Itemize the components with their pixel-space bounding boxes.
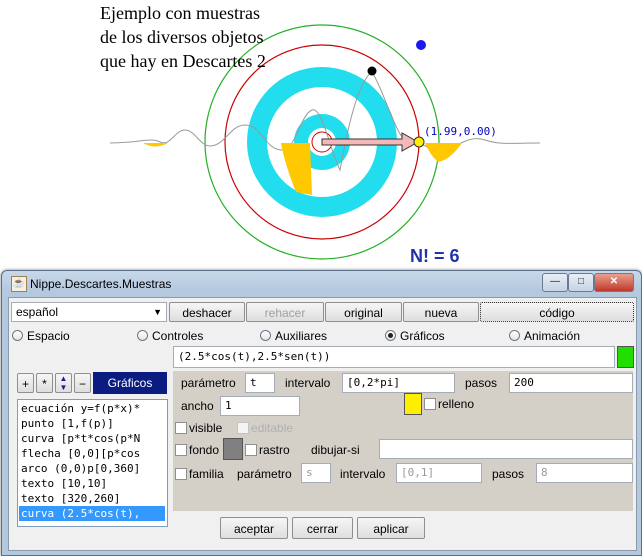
familia-checkbox[interactable]	[175, 468, 187, 480]
list-item[interactable]: ecuación y=f(p*x)*	[19, 401, 165, 416]
fill-color-swatch[interactable]	[404, 393, 422, 415]
remove-item-button[interactable]: −	[74, 373, 91, 393]
tab-animacion-label: Animación	[524, 329, 581, 343]
chevron-down-icon: ▼	[153, 307, 162, 317]
title-bar[interactable]: ☕ Nippe.Descartes.Muestras — □ ✕	[2, 271, 641, 297]
caption-line-1: Ejemplo con muestras	[100, 3, 260, 23]
pasos-field[interactable]: 200	[509, 373, 633, 393]
duplicate-item-button[interactable]: *	[36, 373, 53, 393]
radio-animacion[interactable]	[509, 330, 520, 341]
familia-label: familia	[189, 467, 224, 481]
point-blue[interactable]	[416, 40, 426, 50]
original-button[interactable]: original	[325, 302, 402, 322]
cerrar-button[interactable]: cerrar	[292, 517, 353, 539]
radio-graficos[interactable]	[385, 330, 396, 341]
fondo-color-swatch[interactable]	[223, 438, 243, 460]
aplicar-button[interactable]: aplicar	[357, 517, 425, 539]
yellow-area-left	[143, 143, 168, 147]
tab-graficos-label: Gráficos	[400, 329, 445, 343]
pasos-label: pasos	[465, 376, 498, 390]
language-select[interactable]: español ▼	[11, 302, 167, 322]
editor-window: ☕ Nippe.Descartes.Muestras — □ ✕ español…	[1, 270, 642, 556]
visible-label: visible	[189, 421, 223, 435]
intervalo-field[interactable]: [0,2*pi]	[342, 373, 455, 393]
familia-pasos-field[interactable]: 8	[536, 463, 633, 483]
radio-espacio[interactable]	[12, 330, 23, 341]
fondo-checkbox[interactable]	[175, 444, 187, 456]
list-item[interactable]: texto [320,260]	[19, 491, 165, 506]
radio-controles[interactable]	[137, 330, 148, 341]
list-header: Gráficos	[93, 372, 167, 394]
tab-animacion[interactable]: Animación	[509, 328, 619, 344]
rastro-checkbox[interactable]	[245, 444, 257, 456]
relleno-label: relleno	[438, 397, 475, 411]
familia-parametro-field[interactable]: s	[301, 463, 331, 483]
maximize-button[interactable]: □	[568, 273, 594, 292]
editable-label: editable	[251, 421, 294, 435]
parametro-field[interactable]: t	[245, 373, 275, 393]
window-title: Nippe.Descartes.Muestras	[30, 277, 172, 291]
familia-intervalo-label: intervalo	[340, 467, 386, 481]
point-black[interactable]	[367, 66, 377, 76]
graphics-list[interactable]: ecuación y=f(p*x)* punto [1,f(p)] curva …	[17, 399, 168, 527]
deshacer-button[interactable]: deshacer	[169, 302, 245, 322]
codigo-button[interactable]: código	[480, 302, 634, 322]
tab-espacio-label: Espacio	[27, 329, 70, 343]
list-item[interactable]: punto [1,f(p)]	[19, 416, 165, 431]
scene-graphics	[109, 24, 541, 260]
familia-pasos-label: pasos	[492, 467, 525, 481]
dibujar-si-label: dibujar-si	[311, 443, 360, 457]
radio-auxiliares[interactable]	[260, 330, 271, 341]
window-client: español ▼ deshacer rehacer original nuev…	[8, 297, 637, 551]
list-item[interactable]: flecha [0,0][p*cos	[19, 446, 165, 461]
ancho-label: ancho	[181, 399, 214, 413]
close-button[interactable]: ✕	[594, 273, 634, 292]
visible-checkbox[interactable]	[175, 422, 187, 434]
language-value: español	[16, 305, 59, 319]
expression-color-swatch[interactable]	[617, 346, 634, 368]
dibujar-si-field[interactable]	[379, 439, 633, 459]
intervalo-label: intervalo	[285, 376, 331, 390]
point-coordinates: (1.99,0.00)	[424, 125, 497, 138]
relleno-checkbox[interactable]	[424, 398, 436, 410]
yellow-area-right	[425, 143, 462, 162]
caption-line-2: de los diversos objetos	[100, 27, 264, 47]
parametro-label: parámetro	[181, 376, 236, 390]
nueva-button[interactable]: nueva	[403, 302, 479, 322]
tab-controles-label: Controles	[152, 329, 204, 343]
familia-intervalo-field[interactable]: [0,1]	[396, 463, 482, 483]
factorial-text: N! = 6	[410, 246, 460, 266]
expression-field[interactable]: (2.5*cos(t),2.5*sen(t))	[173, 346, 615, 368]
descartes-scene[interactable]: Ejemplo con muestras de los diversos obj…	[0, 0, 642, 270]
add-item-button[interactable]: +	[17, 373, 34, 393]
rastro-label: rastro	[259, 443, 290, 457]
list-item[interactable]: texto [10,10]	[19, 476, 165, 491]
editable-checkbox[interactable]	[237, 422, 249, 434]
tab-auxiliares[interactable]: Auxiliares	[260, 328, 370, 344]
ancho-field[interactable]: 1	[220, 396, 300, 416]
minimize-button[interactable]: —	[542, 273, 568, 292]
tab-espacio[interactable]: Espacio	[12, 328, 122, 344]
aceptar-button[interactable]: aceptar	[220, 517, 288, 539]
rehacer-button[interactable]: rehacer	[246, 302, 324, 322]
list-item-selected[interactable]: curva (2.5*cos(t),	[19, 506, 165, 521]
move-up-down-button[interactable]: ▲ ▼	[55, 373, 72, 393]
tab-graficos[interactable]: Gráficos	[385, 328, 495, 344]
caption-line-3: que hay en Descartes 2	[100, 51, 266, 71]
tab-auxiliares-label: Auxiliares	[275, 329, 328, 343]
tab-controles[interactable]: Controles	[137, 328, 247, 344]
list-item[interactable]: arco (0,0)p[0,360]	[19, 461, 165, 476]
point-yellow[interactable]	[413, 136, 425, 148]
fondo-label: fondo	[189, 443, 220, 457]
familia-parametro-label: parámetro	[237, 467, 292, 481]
list-item[interactable]: curva [p*t*cos(p*N	[19, 431, 165, 446]
java-cup-icon: ☕	[11, 276, 27, 292]
